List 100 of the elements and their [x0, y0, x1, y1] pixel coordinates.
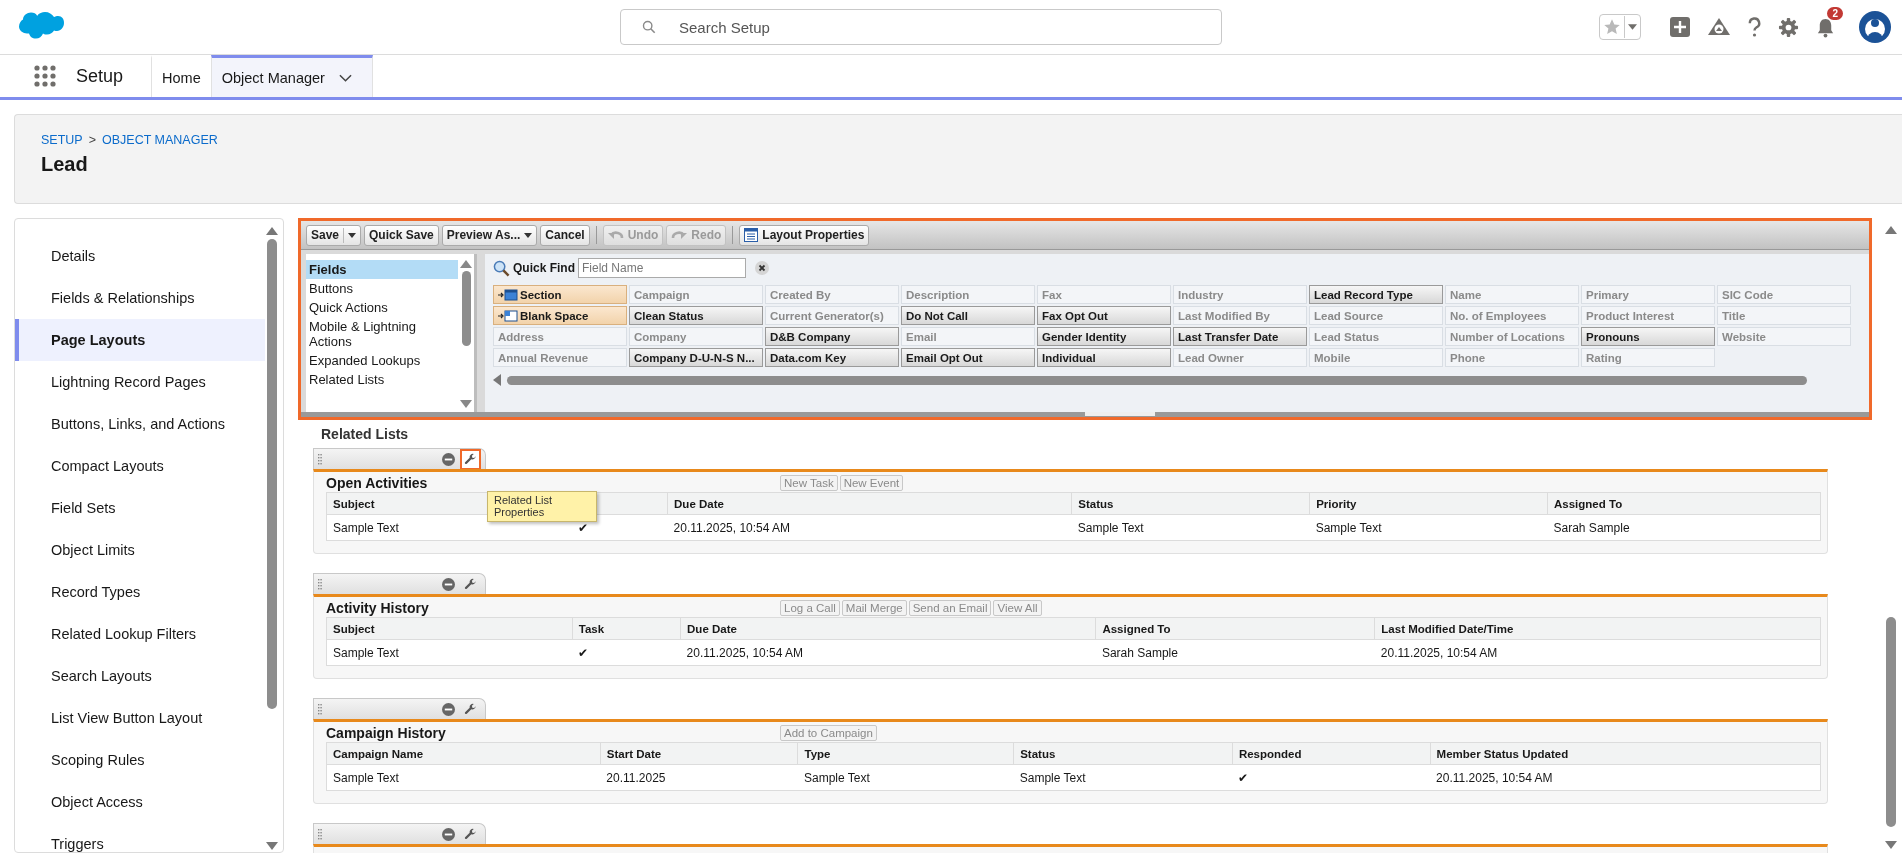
category-item[interactable]: Related Lists [306, 370, 458, 389]
toolbar-button[interactable]: Layout Properties [739, 224, 870, 246]
add-icon[interactable] [1669, 16, 1691, 38]
remove-icon[interactable] [442, 577, 455, 591]
favorites-button[interactable] [1599, 14, 1641, 40]
palette-field[interactable]: Section [493, 285, 627, 304]
breadcrumb-link[interactable]: OBJECT MANAGER [102, 133, 218, 147]
related-list-handle[interactable] [313, 823, 486, 844]
quick-find-field[interactable]: Field Name [578, 258, 746, 278]
wrench-icon[interactable] [464, 827, 477, 841]
table-cell: ✔ [578, 520, 589, 535]
palette-field[interactable]: Lead Record Type [1309, 285, 1443, 304]
wrench-button[interactable] [460, 448, 481, 470]
scroll-up-icon[interactable] [460, 260, 472, 268]
category-item[interactable]: Expanded Lookups [306, 351, 458, 370]
scroll-thumb[interactable] [507, 375, 1807, 385]
drag-grip-icon[interactable] [318, 578, 322, 590]
sidebar-item[interactable]: Compact Layouts [15, 445, 265, 487]
sidebar-item[interactable]: Related Lookup Filters [15, 613, 265, 655]
related-list-handle[interactable] [313, 448, 486, 469]
palette-field[interactable]: Clean Status [629, 306, 763, 325]
scroll-thumb[interactable] [267, 239, 277, 709]
palette-field[interactable]: Individual [1037, 348, 1171, 367]
settings-icon[interactable] [1778, 16, 1799, 38]
mountain-icon[interactable] [1707, 16, 1731, 38]
palette-field[interactable]: Fax Opt Out [1037, 306, 1171, 325]
toolbar-button[interactable]: Cancel [540, 224, 590, 246]
sidebar-item[interactable]: Search Layouts [15, 655, 265, 697]
breadcrumb-separator: > [88, 133, 96, 147]
palette-field[interactable]: Email Opt Out [901, 348, 1035, 367]
sidebar-item[interactable]: Object Access [15, 781, 265, 823]
table-cell: 20.11.2025, 10:54 AM [686, 645, 804, 660]
related-list-title: Campaign History [326, 725, 447, 741]
clear-icon[interactable] [755, 261, 769, 275]
related-list-title: Open Activities [326, 475, 429, 491]
sidebar-item[interactable]: Buttons, Links, and Actions [15, 403, 265, 445]
sidebar-item[interactable]: Scoping Rules [15, 739, 265, 781]
palette-field[interactable]: Last Transfer Date [1173, 327, 1307, 346]
undo-icon [607, 229, 624, 241]
column-header: Last Modified Date/Time [1374, 617, 1821, 640]
column-header: Start Date [600, 742, 798, 765]
palette-field[interactable]: Gender Identity [1037, 327, 1171, 346]
notifications-icon[interactable] [1815, 16, 1836, 38]
blank-space-icon [498, 309, 518, 322]
avatar-icon[interactable] [1858, 10, 1892, 44]
resize-handle[interactable] [1085, 412, 1155, 416]
sidebar-item[interactable]: Details [15, 235, 265, 277]
palette-field[interactable]: Data.com Key [765, 348, 899, 367]
drag-grip-icon[interactable] [318, 828, 322, 840]
palette-field[interactable]: Do Not Call [901, 306, 1035, 325]
sidebar-item[interactable]: Page Layouts [15, 319, 265, 361]
sidebar-item[interactable]: Fields & Relationships [15, 277, 265, 319]
sidebar-item[interactable]: Record Types [15, 571, 265, 613]
scroll-up-icon[interactable] [1885, 226, 1897, 234]
category-item[interactable]: Buttons [306, 279, 458, 298]
table-cell: Sample Text [333, 645, 399, 660]
category-item[interactable]: Fields [306, 260, 458, 279]
scroll-down-icon[interactable] [460, 400, 472, 408]
star-icon [1603, 18, 1621, 36]
palette-field[interactable]: Blank Space [493, 306, 627, 325]
scroll-up-icon[interactable] [266, 227, 278, 235]
related-list-handle[interactable] [313, 573, 486, 594]
nav-tab[interactable]: Object Manager [210, 55, 373, 97]
remove-icon[interactable] [442, 702, 455, 716]
chevron-down-icon [338, 73, 352, 82]
category-item[interactable]: Quick Actions [306, 298, 458, 317]
scroll-down-icon[interactable] [1885, 841, 1897, 849]
drag-grip-icon[interactable] [318, 453, 322, 465]
column-header: Responded [1232, 742, 1431, 765]
sidebar-item[interactable]: Triggers [15, 823, 265, 853]
palette-field[interactable]: Pronouns [1581, 327, 1715, 346]
table-cell: Sample Text [1077, 520, 1144, 535]
toolbar-button[interactable]: Preview As... [441, 224, 538, 246]
palette-field[interactable]: Company D-U-N-S N... [629, 348, 763, 367]
caret-icon [1628, 24, 1637, 30]
help-icon[interactable] [1747, 16, 1762, 38]
app-launcher-icon[interactable] [34, 65, 56, 87]
remove-icon[interactable] [442, 452, 455, 466]
sidebar-item[interactable]: Lightning Record Pages [15, 361, 265, 403]
search-field[interactable]: Search Setup [620, 9, 1222, 45]
column-header: Due Date [680, 617, 1096, 640]
wrench-icon [464, 577, 477, 591]
scroll-left-icon[interactable] [493, 374, 501, 386]
related-list-handle[interactable] [313, 698, 486, 719]
sidebar-item[interactable]: List View Button Layout [15, 697, 265, 739]
breadcrumb-link[interactable]: SETUP [41, 133, 83, 147]
sidebar-item[interactable]: Object Limits [15, 529, 265, 571]
remove-icon[interactable] [442, 827, 455, 841]
toolbar-button[interactable]: Quick Save [364, 224, 439, 246]
drag-grip-icon[interactable] [318, 703, 322, 715]
column-header: Task [572, 617, 681, 640]
scroll-thumb[interactable] [461, 271, 471, 346]
palette-field[interactable]: D&B Company [765, 327, 899, 346]
caret-icon [348, 232, 357, 238]
scroll-down-icon[interactable] [266, 842, 278, 850]
scroll-thumb[interactable] [1886, 617, 1896, 827]
toolbar-button[interactable]: Save [306, 224, 362, 246]
table-cell: Sample Text [333, 770, 399, 785]
category-item[interactable]: Mobile & Lightning Actions [306, 317, 458, 351]
sidebar-item[interactable]: Field Sets [15, 487, 265, 529]
